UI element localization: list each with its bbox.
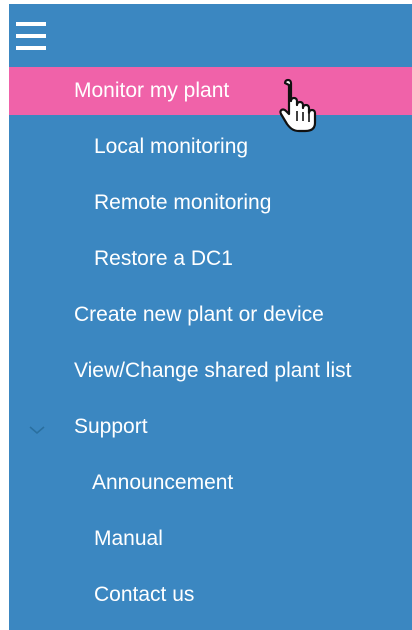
menu-item-manual[interactable]: Manual: [9, 515, 412, 563]
hand-pointer-icon: [279, 78, 317, 133]
menu-item-shared-plant-list[interactable]: View/Change shared plant list: [9, 347, 412, 395]
menu-item-label: Monitor my plant: [74, 79, 230, 102]
menu-item-label: Support: [74, 415, 148, 438]
menu-item-label: Restore a DC1: [94, 247, 233, 270]
menu-item-label: Contact us: [94, 583, 195, 606]
menu-item-label: View/Change shared plant list: [74, 359, 352, 382]
menu-item-label: Local monitoring: [94, 135, 249, 158]
menu-item-label: Remote monitoring: [94, 191, 272, 214]
menu-item-contact-us[interactable]: Contact us: [9, 571, 412, 619]
menu-item-label: Create new plant or device: [74, 303, 324, 326]
chevron-down-icon[interactable]: [27, 420, 47, 440]
menu-item-support[interactable]: Support: [9, 403, 412, 451]
menu-item-local-monitoring[interactable]: Local monitoring: [9, 123, 412, 171]
menu-item-label: Manual: [94, 527, 163, 550]
menu-item-remote-monitoring[interactable]: Remote monitoring: [9, 179, 412, 227]
menu-item-label: Announcement: [92, 471, 234, 494]
menu-item-announcement[interactable]: Announcement: [9, 459, 412, 507]
menu-item-create-new-plant[interactable]: Create new plant or device: [9, 291, 412, 339]
hamburger-menu-icon[interactable]: [16, 22, 46, 51]
menu-item-monitor-my-plant[interactable]: Monitor my plant: [9, 67, 412, 115]
menu-item-restore-dc1[interactable]: Restore a DC1: [9, 235, 412, 283]
